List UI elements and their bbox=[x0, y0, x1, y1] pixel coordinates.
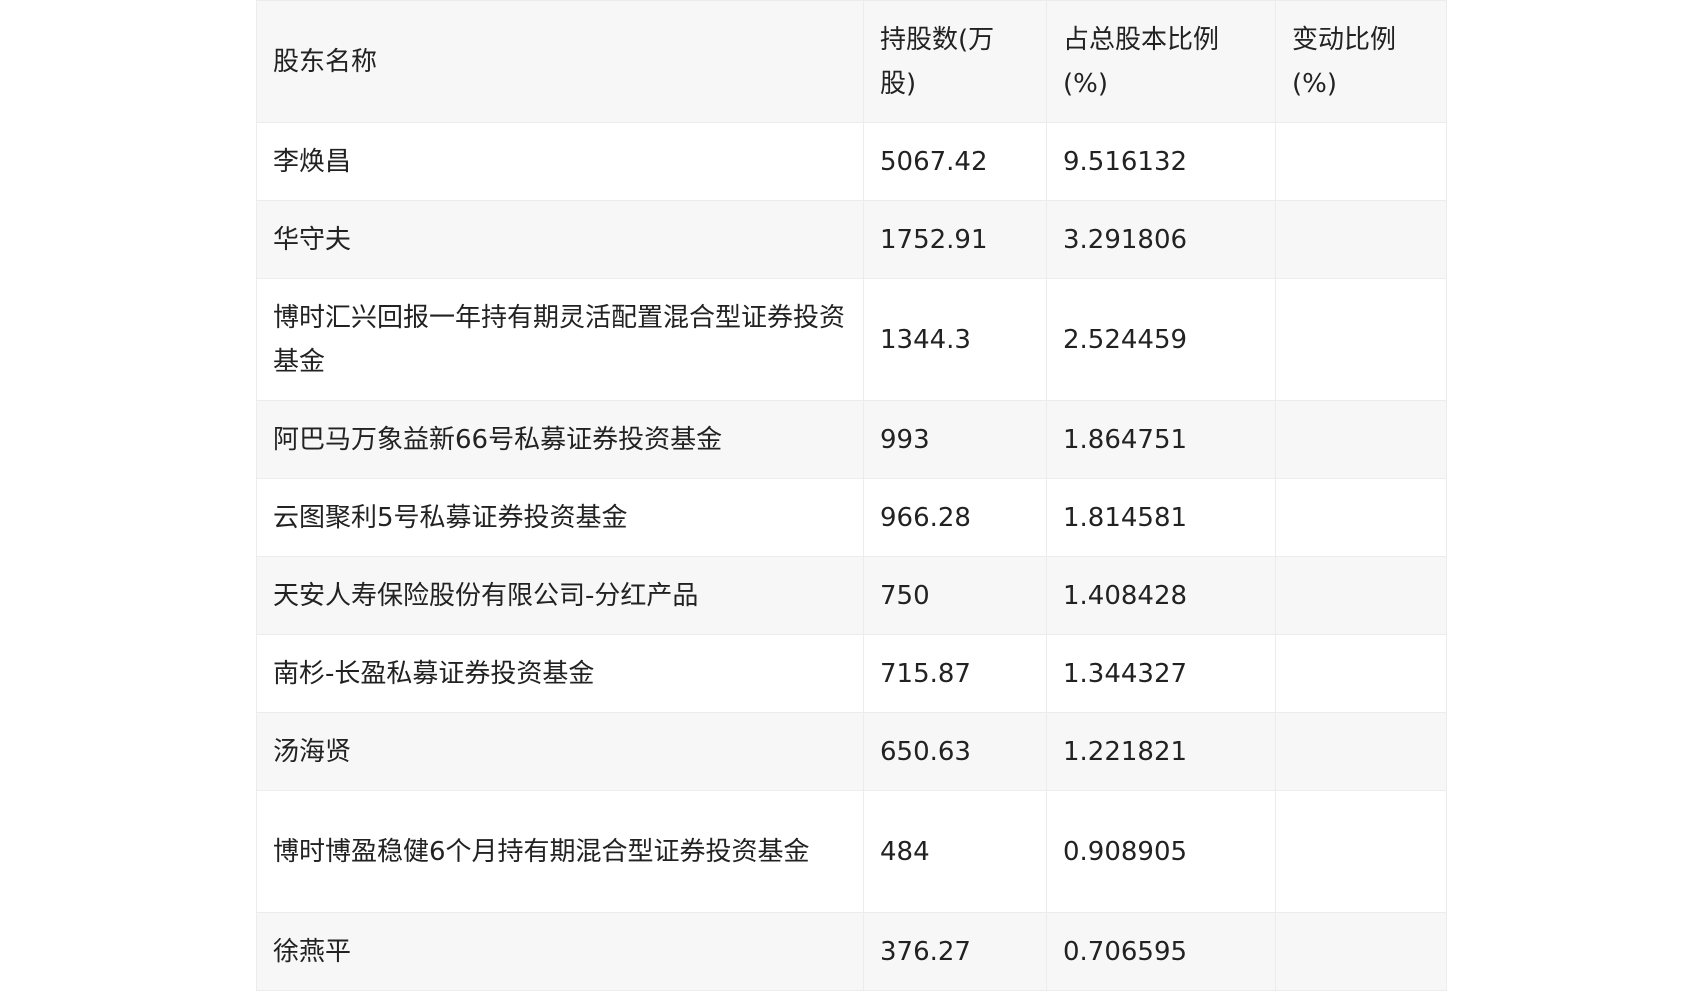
cell-shares-held: 5067.42 bbox=[863, 122, 1047, 201]
header-change-ratio: 变动比例(%) bbox=[1275, 0, 1447, 123]
cell-share-ratio: 9.516132 bbox=[1046, 122, 1276, 201]
cell-shares-held: 1752.91 bbox=[863, 200, 1047, 279]
cell-share-ratio: 1.221821 bbox=[1046, 712, 1276, 791]
cell-share-ratio: 1.408428 bbox=[1046, 556, 1276, 635]
table-row: 阿巴马万象益新66号私募证券投资基金 993 1.864751 bbox=[256, 400, 1447, 479]
cell-change-ratio bbox=[1275, 200, 1447, 279]
cell-shareholder-name: 阿巴马万象益新66号私募证券投资基金 bbox=[256, 400, 864, 479]
table-row: 徐燕平 376.27 0.706595 bbox=[256, 912, 1447, 991]
header-shares-held: 持股数(万股) bbox=[863, 0, 1047, 123]
table-row: 博时博盈稳健6个月持有期混合型证券投资基金 484 0.908905 bbox=[256, 790, 1447, 913]
cell-share-ratio: 1.814581 bbox=[1046, 478, 1276, 557]
cell-shares-held: 750 bbox=[863, 556, 1047, 635]
cell-share-ratio: 2.524459 bbox=[1046, 278, 1276, 401]
cell-shares-held: 966.28 bbox=[863, 478, 1047, 557]
cell-share-ratio: 0.908905 bbox=[1046, 790, 1276, 913]
table-row: 云图聚利5号私募证券投资基金 966.28 1.814581 bbox=[256, 478, 1447, 557]
cell-change-ratio bbox=[1275, 278, 1447, 401]
cell-shares-held: 1344.3 bbox=[863, 278, 1047, 401]
cell-shareholder-name: 博时博盈稳健6个月持有期混合型证券投资基金 bbox=[256, 790, 864, 913]
cell-shares-held: 650.63 bbox=[863, 712, 1047, 791]
cell-change-ratio bbox=[1275, 912, 1447, 991]
cell-change-ratio bbox=[1275, 790, 1447, 913]
header-share-ratio: 占总股本比例(%) bbox=[1046, 0, 1276, 123]
table-header-row: 股东名称 持股数(万股) 占总股本比例(%) 变动比例(%) bbox=[256, 0, 1447, 123]
cell-change-ratio bbox=[1275, 478, 1447, 557]
table-row: 华守夫 1752.91 3.291806 bbox=[256, 200, 1447, 279]
cell-change-ratio bbox=[1275, 712, 1447, 791]
table-row: 天安人寿保险股份有限公司-分红产品 750 1.408428 bbox=[256, 556, 1447, 635]
cell-shares-held: 376.27 bbox=[863, 912, 1047, 991]
table-row: 南杉-长盈私募证券投资基金 715.87 1.344327 bbox=[256, 634, 1447, 713]
cell-change-ratio bbox=[1275, 556, 1447, 635]
cell-share-ratio: 1.864751 bbox=[1046, 400, 1276, 479]
cell-shareholder-name: 南杉-长盈私募证券投资基金 bbox=[256, 634, 864, 713]
shareholder-table: 股东名称 持股数(万股) 占总股本比例(%) 变动比例(%) 李焕昌 5067.… bbox=[256, 0, 1447, 991]
cell-share-ratio: 1.344327 bbox=[1046, 634, 1276, 713]
cell-shares-held: 484 bbox=[863, 790, 1047, 913]
cell-shareholder-name: 李焕昌 bbox=[256, 122, 864, 201]
cell-shareholder-name: 天安人寿保险股份有限公司-分红产品 bbox=[256, 556, 864, 635]
cell-shares-held: 715.87 bbox=[863, 634, 1047, 713]
cell-shareholder-name: 云图聚利5号私募证券投资基金 bbox=[256, 478, 864, 557]
table-row: 博时汇兴回报一年持有期灵活配置混合型证券投资基金 1344.3 2.524459 bbox=[256, 278, 1447, 401]
table-row: 李焕昌 5067.42 9.516132 bbox=[256, 122, 1447, 201]
cell-shareholder-name: 汤海贤 bbox=[256, 712, 864, 791]
cell-shares-held: 993 bbox=[863, 400, 1047, 479]
cell-change-ratio bbox=[1275, 400, 1447, 479]
cell-share-ratio: 3.291806 bbox=[1046, 200, 1276, 279]
cell-shareholder-name: 徐燕平 bbox=[256, 912, 864, 991]
cell-shareholder-name: 博时汇兴回报一年持有期灵活配置混合型证券投资基金 bbox=[256, 278, 864, 401]
cell-shareholder-name: 华守夫 bbox=[256, 200, 864, 279]
shareholder-table-container: 股东名称 持股数(万股) 占总股本比例(%) 变动比例(%) 李焕昌 5067.… bbox=[256, 0, 1447, 991]
cell-share-ratio: 0.706595 bbox=[1046, 912, 1276, 991]
header-shareholder-name: 股东名称 bbox=[256, 0, 864, 123]
cell-change-ratio bbox=[1275, 634, 1447, 713]
cell-change-ratio bbox=[1275, 122, 1447, 201]
table-row: 汤海贤 650.63 1.221821 bbox=[256, 712, 1447, 791]
